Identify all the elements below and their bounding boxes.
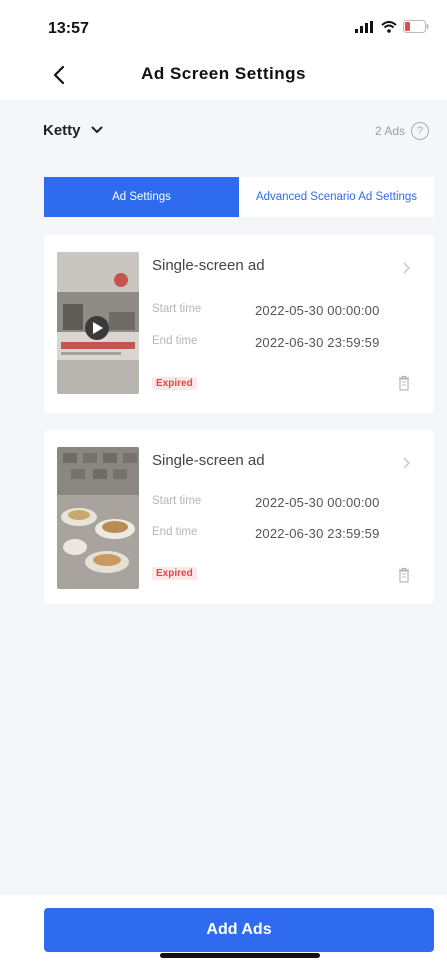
chevron-down-icon (91, 121, 103, 139)
end-time-value: 2022-06-30 23:59:59 (255, 526, 380, 541)
start-time-value: 2022-05-30 00:00:00 (255, 495, 380, 510)
end-time-value: 2022-06-30 23:59:59 (255, 335, 380, 350)
tab-ad-settings[interactable]: Ad Settings (44, 177, 239, 217)
ad-card[interactable]: Single-screen ad Start time 2022-05-30 0… (44, 235, 434, 413)
page-title: Ad Screen Settings (141, 64, 306, 83)
home-indicator[interactable] (160, 953, 320, 958)
help-icon[interactable]: ? (411, 122, 429, 140)
end-time-label: End time (152, 526, 198, 538)
ad-thumbnail (57, 447, 139, 589)
bottom-bar: Add Ads (0, 895, 447, 961)
wifi-icon (381, 20, 397, 33)
trash-icon[interactable] (398, 375, 410, 396)
header: 13:57 Ad Screen Settings (0, 0, 447, 100)
nav-bar: Ad Screen Settings (0, 50, 447, 100)
ad-card[interactable]: Single-screen ad Start time 2022-05-30 0… (44, 430, 434, 604)
account-row: Ketty 2 Ads ? (0, 108, 447, 152)
add-ads-button[interactable]: Add Ads (44, 908, 434, 952)
chevron-right-icon[interactable] (403, 456, 411, 474)
ad-count: 2 Ads ? (375, 122, 429, 140)
ad-thumbnail (57, 252, 139, 394)
trash-icon[interactable] (398, 567, 410, 588)
chevron-right-icon[interactable] (403, 261, 411, 279)
start-time-value: 2022-05-30 00:00:00 (255, 303, 380, 318)
tab-bar: Ad Settings Advanced Scenario Ad Setting… (44, 177, 434, 217)
tab-advanced-scenario-ad-settings[interactable]: Advanced Scenario Ad Settings (239, 177, 434, 217)
ad-title: Single-screen ad (152, 452, 265, 469)
status-badge: Expired (152, 567, 197, 580)
signal-icon (355, 20, 375, 33)
ad-title: Single-screen ad (152, 257, 265, 274)
account-name: Ketty (43, 121, 81, 139)
status-badge: Expired (152, 377, 197, 390)
status-time: 13:57 (48, 20, 89, 37)
status-icons (355, 20, 429, 33)
start-time-label: Start time (152, 495, 202, 507)
end-time-label: End time (152, 335, 198, 347)
status-bar: 13:57 (0, 0, 447, 50)
start-time-label: Start time (152, 303, 202, 315)
ad-count-label: 2 Ads (374, 124, 405, 138)
battery-icon (403, 20, 429, 33)
account-selector[interactable]: Ketty (43, 121, 103, 139)
